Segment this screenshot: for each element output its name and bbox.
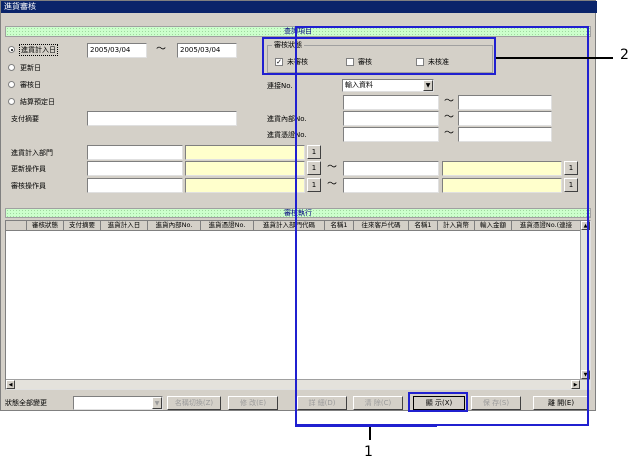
dept-label: 進貨計入部門 (11, 149, 53, 157)
column-header[interactable]: 進貨計入日 (101, 221, 148, 230)
reviewer-from-code-input[interactable] (87, 178, 183, 193)
dept-name-display (185, 145, 305, 160)
link-no-label: 連接No. (267, 82, 293, 90)
chevron-down-icon[interactable]: ▼ (152, 397, 162, 409)
radio-label: 結算預定日 (20, 98, 55, 106)
name-toggle-button[interactable]: 名稱切換(Z) (167, 396, 221, 410)
callout-line-2 (496, 57, 613, 59)
callout-label-2: 2 (620, 47, 629, 63)
grid-corner (6, 221, 27, 230)
callout-bracket-1 (295, 425, 437, 427)
radio-dot (8, 64, 15, 71)
change-all-label: 狀態全部變更 (5, 399, 47, 407)
callout-label-1: 1 (364, 444, 373, 460)
radio-date-entry[interactable]: 進貨計入日 (8, 44, 88, 56)
highlight-frame-search-area (295, 26, 589, 426)
radio-settle-date[interactable]: 結算預定日 (8, 96, 88, 108)
updater-from-name-display (185, 161, 305, 176)
highlight-frame-display-button (408, 392, 468, 412)
column-header[interactable]: 進貨憑證No. (201, 221, 254, 230)
radio-update-date[interactable]: 更新日 (8, 62, 88, 74)
reviewer-from-name-display (185, 178, 305, 193)
window-title: 進貨審核 (1, 1, 597, 13)
date-to-input[interactable]: 2005/03/04 (177, 43, 237, 58)
dept-code-input[interactable] (87, 145, 183, 160)
radio-dot (8, 98, 15, 105)
column-header[interactable]: 支付摘要 (64, 221, 101, 230)
reviewer-label: 審核操作員 (11, 182, 46, 190)
payment-summary-input[interactable] (87, 111, 237, 126)
radio-label: 審核日 (20, 81, 41, 89)
updater-label: 更新操作員 (11, 165, 46, 173)
radio-review-date[interactable]: 審核日 (8, 79, 88, 91)
radio-dot (8, 81, 15, 88)
change-all-select[interactable]: ▼ (73, 396, 163, 410)
payment-summary-label: 支付摘要 (11, 115, 39, 123)
scroll-left-icon[interactable]: ◀ (6, 380, 15, 389)
radio-label: 進貨計入日 (19, 44, 58, 56)
updater-from-code-input[interactable] (87, 161, 183, 176)
highlight-frame-review-status (262, 37, 496, 75)
column-header[interactable]: 審核狀態 (27, 221, 64, 230)
radio-label: 更新日 (20, 64, 41, 72)
date-from-input[interactable]: 2005/03/04 (87, 43, 147, 58)
column-header[interactable]: 進貨內部No. (148, 221, 201, 230)
range-tilde: ～ (156, 44, 166, 55)
callout-line-1 (369, 426, 371, 440)
edit-button[interactable]: 修 改(E) (228, 396, 278, 410)
radio-dot (8, 46, 15, 53)
